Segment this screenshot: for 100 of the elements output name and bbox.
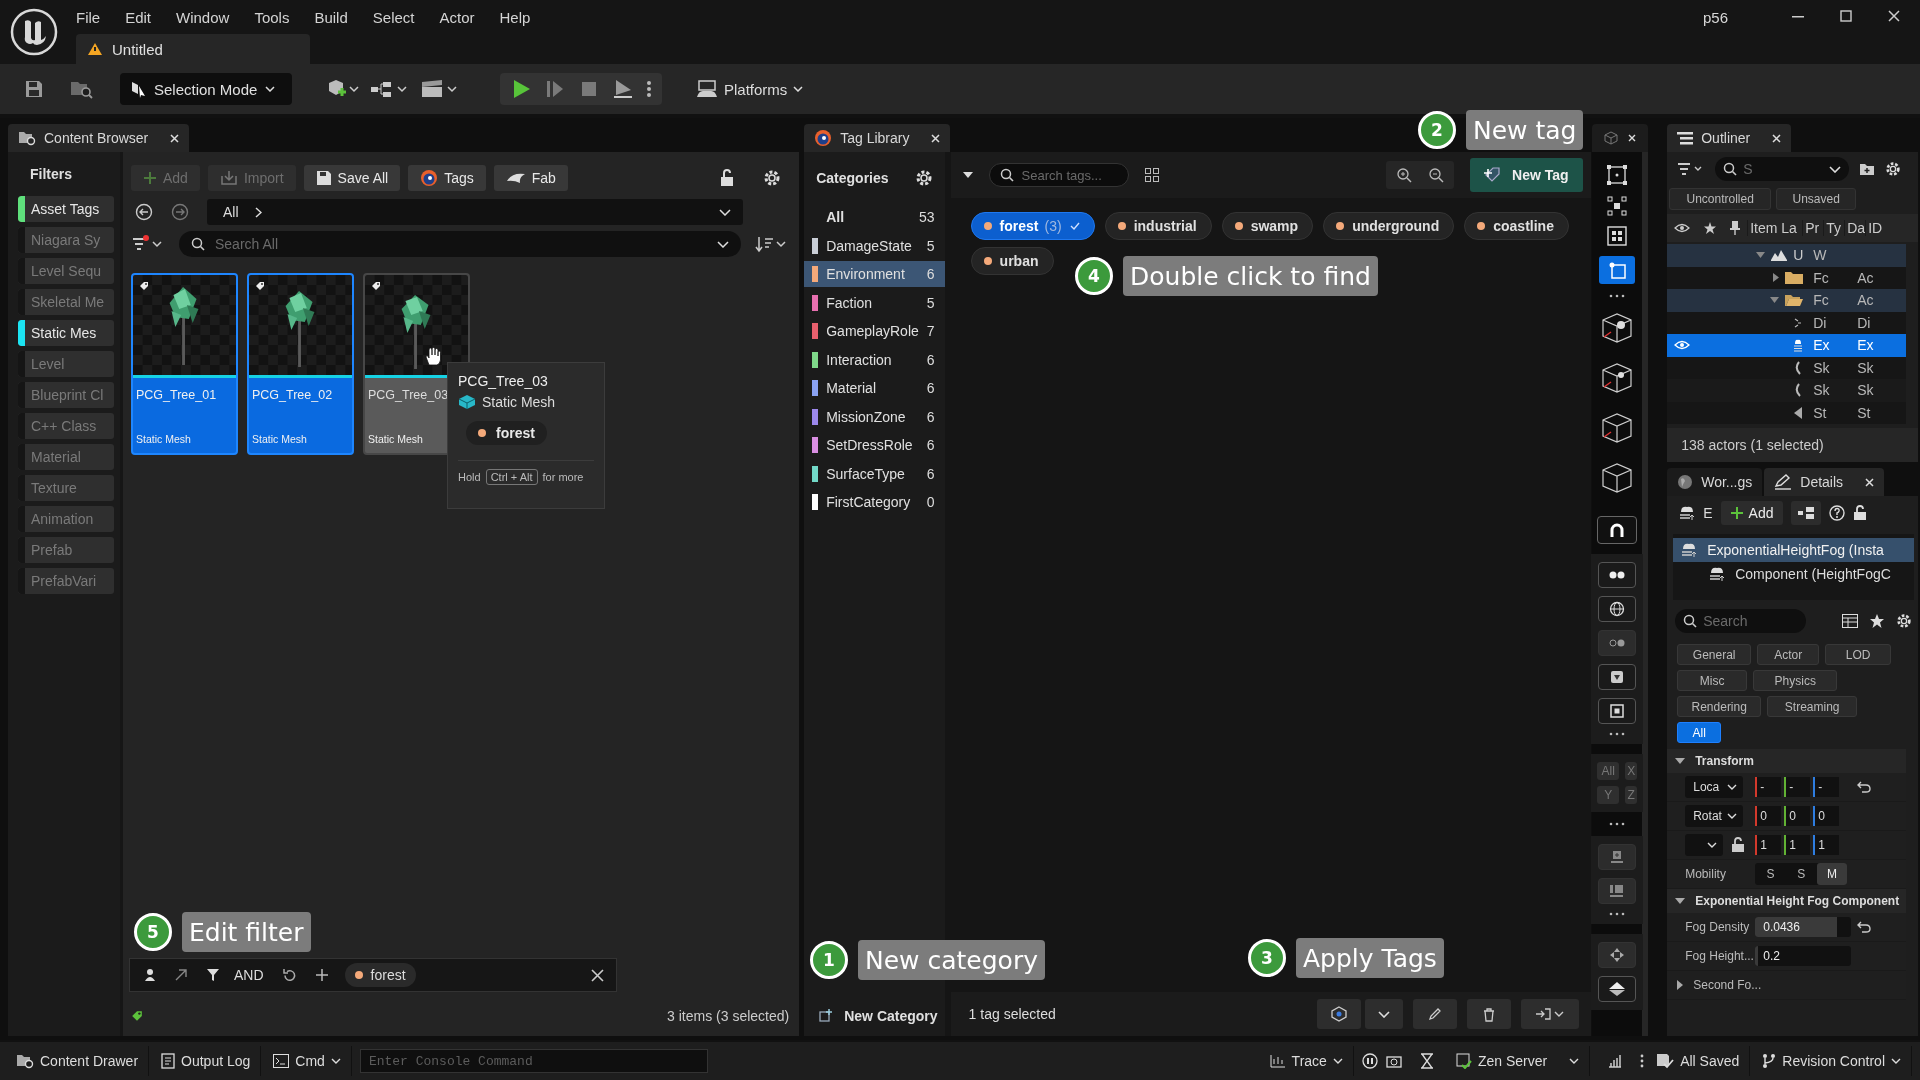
content-drawer-button[interactable]: Content Drawer <box>12 1046 150 1076</box>
outliner-search-field[interactable]: S <box>1715 157 1850 181</box>
details-search-field[interactable]: Search <box>1675 609 1807 633</box>
section-header[interactable]: Exponential Height Fog Component <box>1667 889 1906 913</box>
apply-options-dropdown[interactable] <box>1364 999 1403 1029</box>
more-icon[interactable] <box>646 78 652 100</box>
tag-chip[interactable]: forest <box>344 963 416 987</box>
forward-icon[interactable] <box>171 203 189 221</box>
add-actor-icon[interactable] <box>326 79 360 99</box>
settings-icon[interactable] <box>1885 161 1902 177</box>
close-icon[interactable] <box>1865 477 1875 487</box>
filter-chip[interactable]: Asset Tags <box>18 196 114 222</box>
transform-icon[interactable] <box>1606 164 1629 186</box>
category-item[interactable]: SetDressRole 6 <box>804 432 945 458</box>
reset-icon[interactable] <box>1857 781 1872 793</box>
vector-field[interactable]: 0 <box>1813 806 1840 826</box>
plus-icon[interactable] <box>314 968 329 982</box>
filter-icon[interactable] <box>131 235 165 253</box>
outliner-row[interactable]: Di Di <box>1667 311 1906 334</box>
document-tab[interactable]: Untitled <box>76 34 310 64</box>
transform-mode-dropdown[interactable] <box>1685 834 1724 856</box>
column-header[interactable]: ID <box>1865 220 1891 236</box>
help-icon[interactable] <box>1829 505 1846 521</box>
mobility-option[interactable]: S <box>1755 863 1786 885</box>
category-item[interactable]: Interaction 6 <box>804 346 945 373</box>
save-status-button[interactable]: All Saved <box>1652 1046 1751 1076</box>
menu-item[interactable]: File <box>76 8 114 26</box>
platforms-dropdown[interactable]: Platforms <box>690 79 810 99</box>
component-item[interactable]: Component (HeightFogC <box>1673 562 1914 586</box>
select-tool-button[interactable] <box>1599 256 1636 284</box>
category-item[interactable]: SurfaceType 6 <box>804 460 945 487</box>
snap-button[interactable] <box>1597 516 1638 544</box>
close-icon[interactable] <box>1628 134 1637 142</box>
panel-tab[interactable]: Details <box>1764 468 1885 496</box>
camera-icon[interactable] <box>1385 1054 1402 1068</box>
vector-field[interactable]: 1 <box>1755 835 1782 855</box>
surface-button[interactable] <box>1598 664 1637 690</box>
revision-control-dropdown[interactable]: Revision Control <box>1758 1046 1912 1076</box>
edit-button[interactable] <box>1412 999 1457 1029</box>
output-log-button[interactable]: Output Log <box>157 1046 262 1076</box>
menu-item[interactable]: Help <box>487 8 544 26</box>
star-icon[interactable] <box>1704 222 1717 234</box>
grid-select-icon[interactable] <box>1607 226 1628 246</box>
clapperboard-icon[interactable] <box>420 79 460 99</box>
globe-button[interactable] <box>1598 596 1637 622</box>
caret-icon[interactable] <box>962 172 973 178</box>
category-filter-button[interactable]: Streaming <box>1767 696 1858 717</box>
unlock-icon[interactable] <box>1853 505 1868 521</box>
eye-icon[interactable] <box>1674 223 1691 233</box>
eject-icon[interactable] <box>612 78 634 100</box>
category-filter-button[interactable]: Misc <box>1677 670 1748 691</box>
add-component-button[interactable]: Add <box>1720 501 1784 525</box>
category-filter-button[interactable]: Physics <box>1753 670 1838 691</box>
category-item[interactable]: Environment 6 <box>804 261 945 287</box>
tag-chip[interactable]: forest (3) <box>970 212 1095 240</box>
trace-dropdown[interactable]: Trace <box>1265 1046 1354 1076</box>
blueprint-icon[interactable] <box>370 79 410 99</box>
toolbar-button[interactable]: Fab <box>493 165 568 191</box>
filter-icon[interactable] <box>206 968 220 982</box>
outliner-row[interactable]: U W <box>1667 244 1906 267</box>
grid-view-icon[interactable] <box>1144 168 1159 182</box>
vector-field[interactable]: - <box>1784 777 1811 797</box>
add-button[interactable] <box>1598 844 1637 870</box>
close-icon[interactable] <box>1888 10 1900 22</box>
menu-item[interactable]: Window <box>164 8 243 26</box>
category-filter-button[interactable]: LOD <box>1825 644 1892 665</box>
toolbar-button[interactable]: Save All <box>303 165 401 191</box>
outliner-row[interactable]: Sk Sk <box>1667 356 1906 379</box>
person-icon[interactable] <box>144 968 156 982</box>
settings-icon[interactable] <box>1896 613 1912 629</box>
column-header[interactable]: Pr <box>1802 220 1824 236</box>
network-icon[interactable] <box>1608 1054 1623 1068</box>
menu-item[interactable]: Build <box>302 8 361 26</box>
component-item[interactable]: ExponentialHeightFog (Insta <box>1673 538 1914 562</box>
zen-server-dropdown[interactable]: Zen Server <box>1451 1046 1591 1076</box>
settings-icon[interactable] <box>914 169 933 187</box>
folder-search-icon[interactable] <box>70 79 94 99</box>
close-icon[interactable] <box>931 133 941 143</box>
outliner-row[interactable]: Sk Sk <box>1667 379 1906 402</box>
tag-chip[interactable]: coastline <box>1464 212 1569 240</box>
expanded-arrow-icon[interactable] <box>1770 297 1780 304</box>
column-header[interactable]: Ty <box>1823 220 1845 236</box>
panel-tab[interactable]: Outliner <box>1667 124 1792 152</box>
filter-chip[interactable]: Static Mes <box>18 320 114 346</box>
tag-chip[interactable]: urban <box>970 247 1054 275</box>
move-button[interactable] <box>1598 942 1637 968</box>
category-item[interactable]: All 53 <box>804 204 945 230</box>
unlock-icon[interactable] <box>1731 837 1746 853</box>
vector-field[interactable]: 0 <box>1755 806 1782 826</box>
surface-snap-button[interactable] <box>1598 976 1637 1002</box>
export-dropdown[interactable] <box>1520 999 1579 1029</box>
panel-tab[interactable]: Wor...gs <box>1667 468 1763 496</box>
close-icon[interactable] <box>591 968 604 982</box>
vertex-select-icon[interactable] <box>1607 196 1628 216</box>
category-filter-button[interactable]: All <box>1677 722 1722 743</box>
more-icon[interactable] <box>1609 912 1626 916</box>
more-icon[interactable] <box>1640 1053 1645 1069</box>
zoom-out-icon[interactable] <box>1428 167 1445 183</box>
record-icon[interactable] <box>1361 1053 1378 1069</box>
add-folder-icon[interactable] <box>1859 162 1876 176</box>
